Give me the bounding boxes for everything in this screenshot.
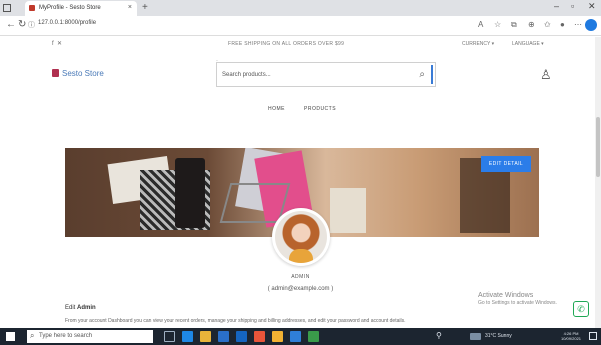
vscode-icon[interactable] — [290, 331, 301, 342]
tab-close-icon[interactable]: × — [128, 4, 132, 11]
scrollbar[interactable] — [595, 37, 601, 328]
extensions-icon[interactable]: ⧉ — [511, 20, 517, 30]
profile-icon[interactable]: ● — [560, 20, 565, 29]
shipping-banner-text: FREE SHIPPING ON ALL ORDERS OVER $99 — [228, 41, 345, 47]
close-window-button[interactable]: ✕ — [588, 1, 596, 12]
collections-icon[interactable]: ⊕ — [528, 20, 535, 29]
folder-icon[interactable] — [272, 331, 283, 342]
favicon-icon — [29, 5, 35, 11]
address-row: ← ↻ ⓘ 127.0.0.1:8000/profile A ☆ ⧉ ⊕ ✩ ●… — [0, 16, 601, 36]
account-description: From your account Dashboard you can view… — [65, 318, 406, 324]
nav-products[interactable]: PRODUCTS — [304, 106, 336, 112]
search-input[interactable]: · Search products... ⌕ — [216, 58, 436, 87]
search-placeholder: Search products... — [222, 72, 271, 78]
nav-home[interactable]: HOME — [268, 106, 285, 112]
site-top-strip: f ✕ FREE SHIPPING ON ALL ORDERS OVER $99… — [0, 37, 601, 51]
site-logo[interactable]: Sesto Store — [52, 69, 104, 78]
windows-start-icon[interactable] — [6, 332, 15, 341]
taskbar-search-placeholder: Type here to search — [39, 333, 93, 339]
maximize-button[interactable]: ▫ — [571, 1, 574, 11]
activate-windows-watermark: Activate Windows Go to Settings to activ… — [478, 292, 557, 306]
search-icon: ⌕ — [30, 331, 35, 340]
person-icon[interactable]: ⚲ — [436, 331, 447, 342]
facebook-icon[interactable]: f — [52, 41, 54, 47]
mail-icon[interactable] — [236, 331, 247, 342]
edge-taskbar-icon[interactable] — [182, 331, 193, 342]
user-role: ADMIN — [291, 274, 310, 280]
taskbar-search-input[interactable]: ⌕ Type here to search — [27, 330, 153, 343]
activate-title: Activate Windows — [478, 292, 534, 299]
new-tab-button[interactable]: + — [142, 2, 148, 13]
read-aloud-icon[interactable]: A — [478, 20, 483, 29]
minimize-button[interactable]: – — [554, 1, 559, 11]
browser-tab[interactable]: MyProfile - Sesto Store × — [25, 1, 137, 16]
twitter-icon[interactable]: ✕ — [57, 41, 62, 47]
browser-window: MyProfile - Sesto Store × + – ▫ ✕ ← ↻ ⓘ … — [0, 0, 601, 345]
file-explorer-icon[interactable] — [200, 331, 211, 342]
taskbar-clock[interactable]: 4:26 PM 10/09/2021 — [561, 331, 581, 341]
social-links: f ✕ — [52, 40, 62, 47]
url-text: 127.0.0.1:8000/profile — [38, 20, 97, 26]
currency-dropdown[interactable]: CURRENCY ▾ — [462, 41, 494, 47]
more-icon[interactable]: ⋯ — [574, 20, 582, 29]
search-tick: · — [216, 58, 218, 64]
activate-sub: Go to Settings to activate Windows. — [478, 300, 557, 306]
notification-icon[interactable] — [589, 332, 597, 340]
whatsapp-icon[interactable]: ✆ — [573, 301, 589, 317]
avatar-photo — [275, 211, 327, 263]
weather-icon[interactable] — [470, 333, 481, 340]
edit-heading-name: Admin — [77, 305, 96, 311]
clock-date: 10/09/2021 — [561, 336, 582, 341]
windows-taskbar: ⌕ Type here to search ⚲ 31°C Sunny 4:26 … — [0, 328, 601, 345]
weather-text[interactable]: 31°C Sunny — [485, 333, 512, 339]
tab-actions-icon[interactable] — [3, 4, 11, 12]
back-icon[interactable]: ← — [6, 19, 16, 30]
avatar — [272, 208, 330, 266]
store-icon[interactable] — [218, 331, 229, 342]
refresh-icon[interactable]: ↻ — [18, 19, 26, 30]
app2-icon[interactable] — [308, 331, 319, 342]
search-accent-bar — [431, 65, 433, 84]
site-info-icon[interactable]: ⓘ — [28, 20, 35, 30]
edge-icon[interactable] — [585, 19, 597, 31]
edit-detail-button[interactable]: EDIT DETAIL — [481, 156, 531, 172]
favorites-icon[interactable]: ✩ — [544, 20, 551, 29]
edit-heading: Edit Admin — [65, 305, 96, 311]
favorite-star-icon[interactable]: ☆ — [494, 20, 501, 29]
edit-heading-prefix: Edit — [65, 305, 76, 311]
logo-text: Sesto Store — [62, 69, 104, 78]
app-icon[interactable] — [254, 331, 265, 342]
scrollbar-thumb[interactable] — [596, 117, 600, 177]
shopping-bag-icon — [52, 69, 59, 77]
task-view-icon[interactable] — [164, 331, 175, 342]
tab-strip: MyProfile - Sesto Store × + – ▫ ✕ — [0, 0, 601, 16]
search-icon[interactable]: ⌕ — [419, 69, 425, 80]
language-dropdown[interactable]: LANGUAGE ▾ — [512, 41, 544, 47]
address-bar[interactable]: ⓘ 127.0.0.1:8000/profile — [28, 20, 468, 32]
user-account-icon[interactable]: ♙ — [540, 67, 552, 83]
tab-title: MyProfile - Sesto Store — [39, 5, 101, 11]
